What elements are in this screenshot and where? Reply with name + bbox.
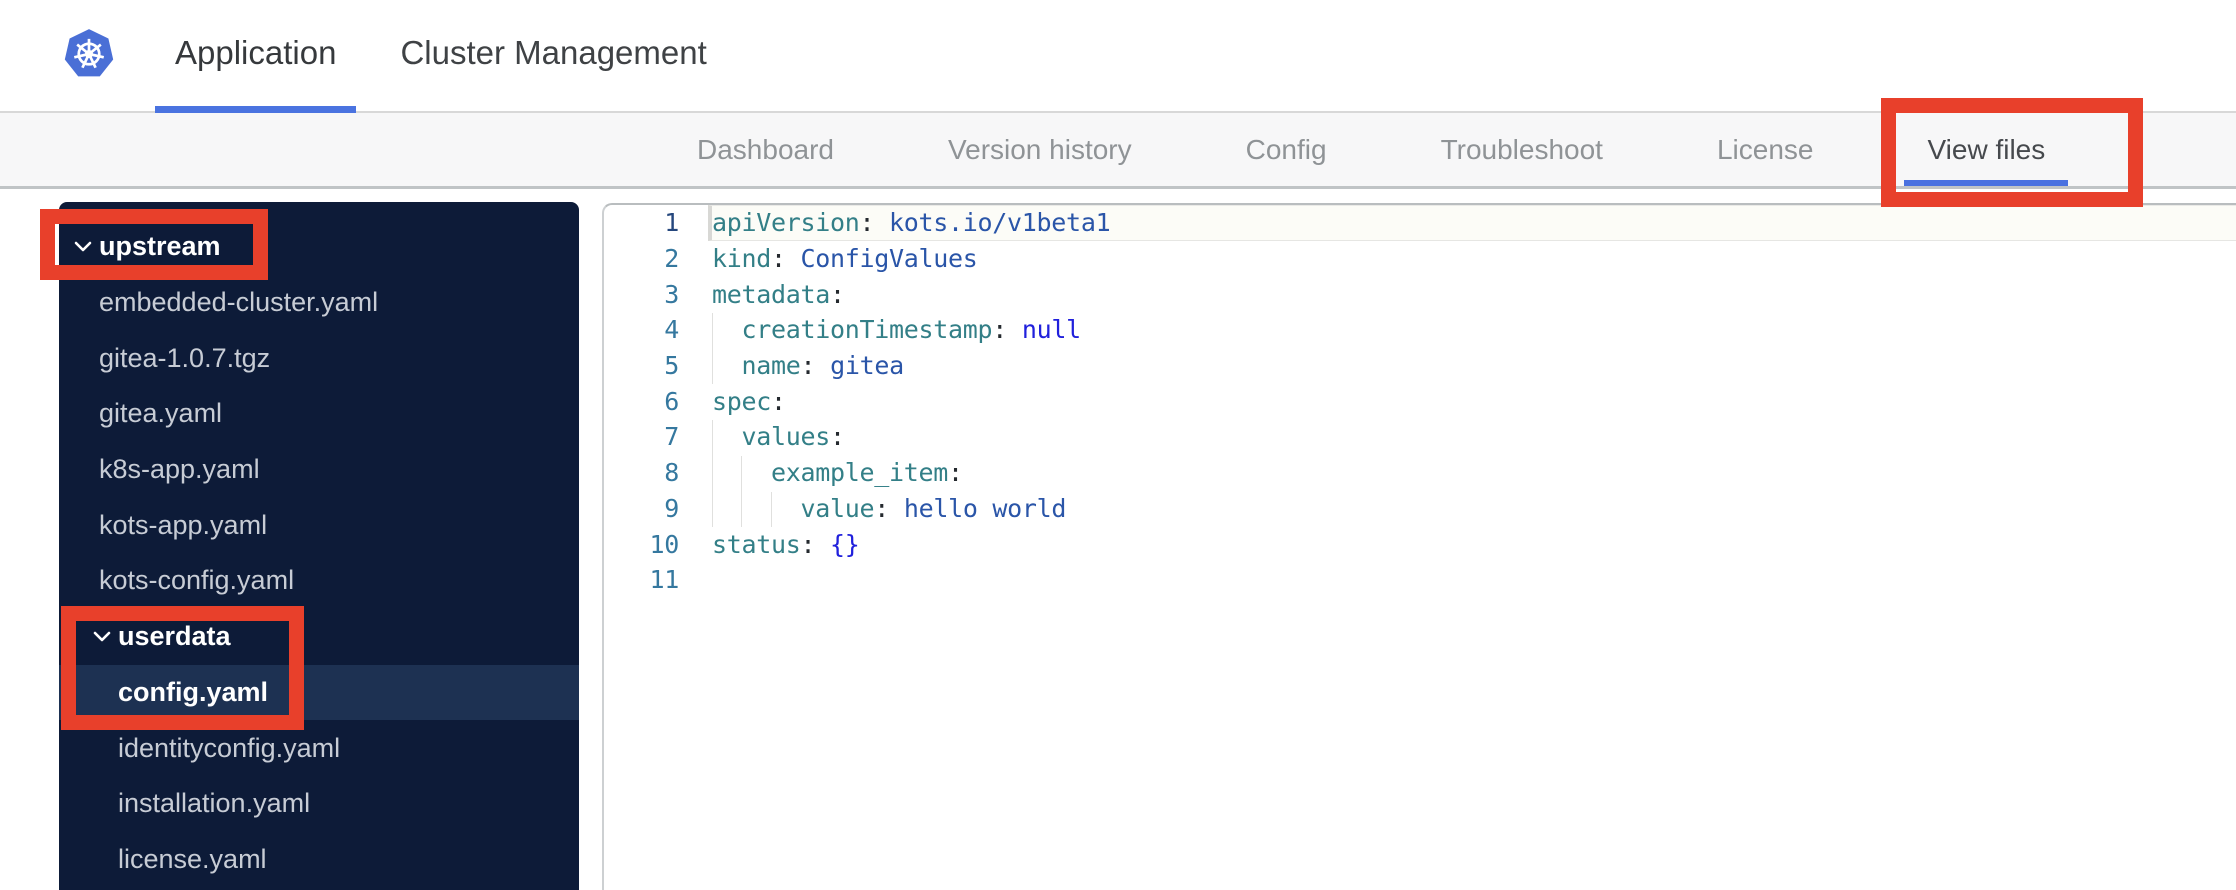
tree-file-license.yaml[interactable]: license.yaml [59,832,579,888]
active-tab-underline [1904,180,2069,186]
app-nav-bar: Dashboard Version history Config Troublesho… [0,113,2236,189]
line-number: 2 [664,244,679,274]
line-number: 9 [664,493,679,523]
tree-folder-upstream[interactable]: upstream [59,219,579,275]
line-number: 3 [664,279,679,309]
line-number: 5 [664,351,679,381]
code-line-3: 3 metadata: [604,276,2236,312]
nav-tab-label: License [1716,133,1814,165]
line-content: value: hello world [800,493,1067,523]
chevron-down-icon[interactable] [93,630,111,643]
code-line-1: 1 apiVersion: kots.io/v1beta1 [604,205,2236,241]
tree-item-label: identityconfig.yaml [118,732,341,763]
line-number: 1 [664,208,679,238]
nav-tab-label: Config [1245,133,1327,165]
line-content: name: gitea [741,351,905,381]
line-content: status: {} [712,529,860,559]
kots-admin-console: Application Cluster Management Dashboard V… [0,0,2236,890]
code-line-7: 7 values: [604,419,2236,455]
tree-file-identityconfig.yaml[interactable]: identityconfig.yaml [59,720,579,776]
tree-file-k8s-app.yaml[interactable]: k8s-app.yaml [59,442,579,498]
line-content: spec: [712,386,786,416]
tree-item-label: config.yaml [118,676,269,707]
kubernetes-logo-icon [64,29,114,77]
code-line-6: 6 spec: [604,383,2236,419]
code-line-10: 10 status: {} [604,526,2236,562]
line-content: example_item: [771,458,963,488]
tree-item-label: k8s-app.yaml [99,454,260,485]
nav-tab-label: View files [1927,133,2046,165]
line-number: 4 [664,315,679,345]
chevron-down-icon[interactable] [74,240,92,253]
tree-item-label: installation.yaml [118,788,311,819]
line-number: 10 [649,529,679,559]
yaml-file-viewer[interactable]: 1 apiVersion: kots.io/v1beta1 2 kind: Confi… [602,203,2236,890]
code-line-9: 9 value: hello world [604,491,2236,527]
code-line-2: 2 kind: ConfigValues [604,241,2236,277]
nav-tab-troubleshoot[interactable]: Troubleshoot [1418,113,1626,186]
code-line-8: 8 example_item: [604,455,2236,491]
code-line-5: 5 name: gitea [604,348,2236,384]
nav-tab-config[interactable]: Config [1223,113,1350,186]
tree-item-label: gitea-1.0.7.tgz [99,342,271,373]
top-tab-cluster-management[interactable]: Cluster Management [380,0,726,113]
tree-file-gitea-1.0.7.tgz[interactable]: gitea-1.0.7.tgz [59,330,579,386]
top-tab-application[interactable]: Application [155,0,357,113]
app-nav-tabs: Dashboard Version history Config Troublesho… [0,113,2236,186]
tree-file-installation.yaml[interactable]: installation.yaml [59,776,579,832]
nav-tab-version-history[interactable]: Version history [925,113,1155,186]
tree-folder-userdata[interactable]: userdata [59,609,579,665]
tree-item-label: upstream [99,231,221,262]
code-line-11: 11 [604,562,2236,598]
tree-item-label: userdata [118,621,231,652]
line-content: kind: ConfigValues [712,244,978,274]
line-number: 7 [664,422,679,452]
tree-file-kots-app.yaml[interactable]: kots-app.yaml [59,497,579,553]
tree-file-embedded-cluster.yaml[interactable]: embedded-cluster.yaml [59,275,579,331]
line-number: 8 [664,458,679,488]
top-tab-bar: Application Cluster Management [155,0,727,113]
line-number: 11 [649,565,679,595]
code-line-4: 4 creationTimestamp: null [604,312,2236,348]
nav-tab-dashboard[interactable]: Dashboard [674,113,857,186]
nav-tab-license[interactable]: License [1694,113,1837,186]
nav-tab-view-files[interactable]: View files [1904,113,2069,186]
line-content: metadata: [712,279,845,309]
top-bar: Application Cluster Management [0,0,2236,113]
tree-file-kots-config.yaml[interactable]: kots-config.yaml [59,553,579,609]
tree-item-label: kots-config.yaml [99,565,295,596]
line-content: values: [741,422,846,452]
tree-file-gitea.yaml[interactable]: gitea.yaml [59,386,579,442]
nav-tab-label: Dashboard [697,133,834,165]
code-area: 1 apiVersion: kots.io/v1beta1 2 kind: Confi… [604,205,2236,598]
line-number: 6 [664,386,679,416]
file-tree-sidebar: upstream embedded-cluster.yaml gitea-1.0.7… [59,202,579,890]
tree-item-label: gitea.yaml [99,398,223,429]
nav-tab-label: Version history [947,133,1132,165]
tree-item-label: embedded-cluster.yaml [99,287,379,318]
tree-file-config.yaml[interactable]: config.yaml [59,664,579,721]
line-content: creationTimestamp: null [741,315,1082,345]
line-content: apiVersion: kots.io/v1beta1 [712,208,1111,238]
tree-item-label: kots-app.yaml [99,509,268,540]
tree-item-label: license.yaml [118,843,267,874]
nav-tab-label: Troubleshoot [1440,133,1603,165]
